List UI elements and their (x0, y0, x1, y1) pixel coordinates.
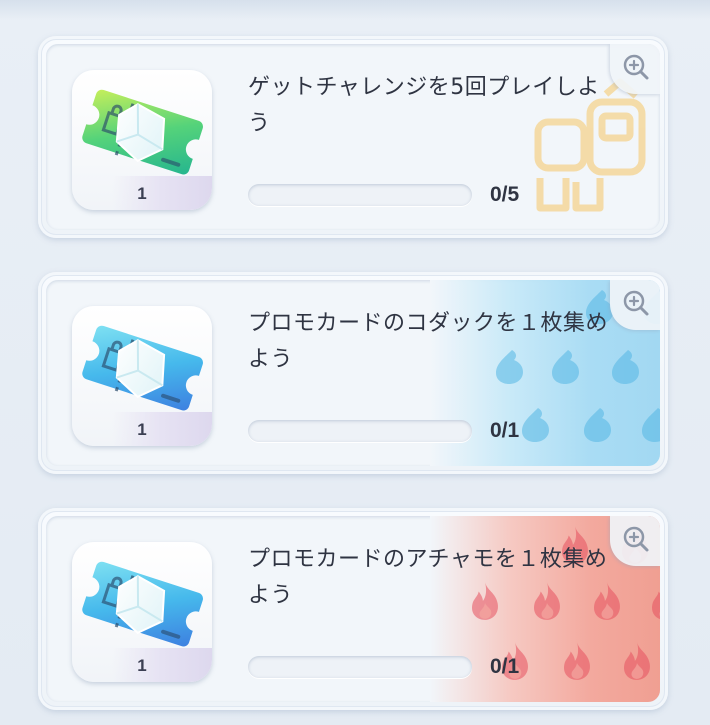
reward-count: 1 (137, 184, 147, 203)
reward-thumbnail: 1 (72, 306, 212, 446)
progress-count: 0/1 (490, 419, 520, 442)
reward-count: 1 (137, 420, 147, 439)
zoom-in-icon (622, 525, 650, 553)
zoom-button[interactable] (610, 516, 660, 566)
mission-title: プロモカードのアチャモを１枚集めよう (248, 547, 608, 608)
mission-title: プロモカードのコダックを１枚集めよう (248, 311, 609, 372)
zoom-button[interactable] (610, 280, 660, 330)
blue-ticket-icon (78, 318, 206, 422)
mission-title: ゲットチャレンジを5回プレイしよう (248, 75, 600, 136)
reward-thumbnail: 1 (72, 542, 212, 682)
progress-bar (248, 656, 472, 678)
zoom-button[interactable] (610, 44, 660, 94)
progress-bar (248, 420, 472, 442)
mission-card[interactable]: 1 プロモカードのアチャモを１枚集めよう 0/1 (38, 508, 668, 710)
mission-card-inner: 1 プロモカードのアチャモを１枚集めよう 0/1 (46, 516, 660, 702)
green-ticket-icon (78, 82, 206, 186)
zoom-in-icon (622, 289, 650, 317)
mission-card[interactable]: 1 ゲットチャレンジを5回プレイしよう 0/5 (38, 36, 668, 238)
top-edge-shadow (0, 0, 710, 20)
mission-card-inner: 1 プロモカードのコダックを１枚集めよう 0/1 (46, 280, 660, 466)
blue-ticket-icon (78, 554, 206, 658)
progress-count: 0/1 (490, 655, 520, 678)
reward-count: 1 (137, 656, 147, 675)
mission-card-inner: 1 ゲットチャレンジを5回プレイしよう 0/5 (46, 44, 660, 230)
reward-thumbnail: 1 (72, 70, 212, 210)
progress-count: 0/5 (490, 183, 520, 206)
mission-card[interactable]: 1 プロモカードのコダックを１枚集めよう 0/1 (38, 272, 668, 474)
progress-bar (248, 184, 472, 206)
zoom-in-icon (622, 53, 650, 81)
